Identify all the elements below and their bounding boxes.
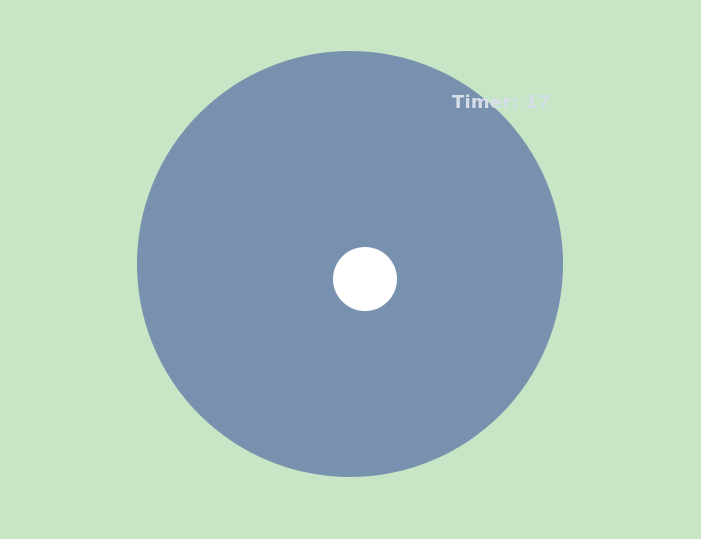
player-dot — [333, 247, 397, 311]
timer-label: Timer: 17 — [452, 92, 551, 113]
game-playfield[interactable]: Timer: 17 — [0, 0, 701, 539]
